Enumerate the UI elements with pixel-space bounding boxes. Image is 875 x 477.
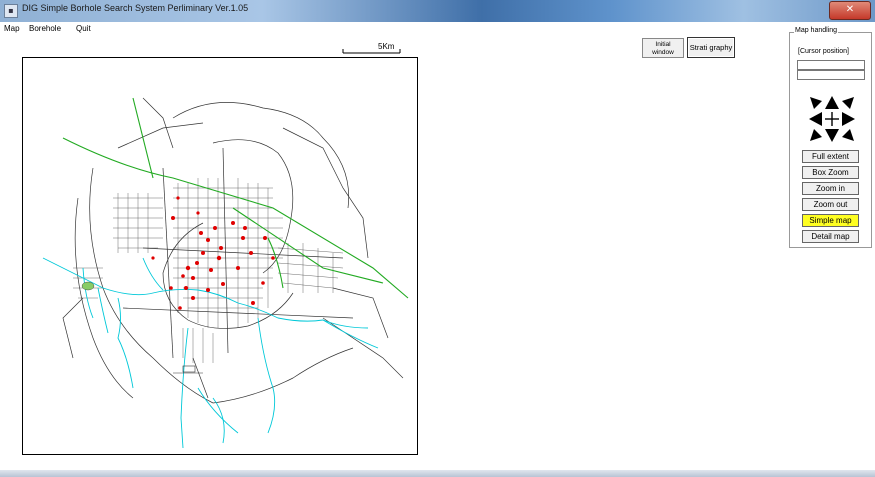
detail-map-button[interactable]: Detail map [802, 230, 859, 243]
close-button[interactable]: ✕ [829, 1, 871, 20]
stratigraphy-button[interactable]: Strati graphy [687, 37, 735, 58]
map-handling-panel: Map handling [Cursor position] Full exte… [789, 27, 872, 248]
close-icon: ✕ [845, 4, 855, 15]
menu-map[interactable]: Map [4, 24, 20, 33]
city-map [42, 97, 409, 449]
pan-south-west-icon[interactable] [810, 129, 822, 141]
initial-window-line1: Initial [655, 41, 671, 48]
pan-south-icon[interactable] [825, 129, 839, 142]
zoom-in-button[interactable]: Zoom in [802, 182, 859, 195]
title-bar: ▪ DIG Simple Borhole Search System Perli… [0, 0, 875, 22]
roads-layer [62, 97, 404, 404]
pan-north-icon[interactable] [825, 96, 839, 109]
menu-quit[interactable]: Quit [76, 24, 91, 33]
pan-north-east-icon[interactable] [842, 97, 854, 109]
initial-window-line2: window [652, 49, 674, 56]
app-icon[interactable]: ▪ [4, 4, 18, 18]
menu-borehole[interactable]: Borehole [29, 24, 61, 33]
cursor-y-field [797, 70, 865, 80]
cursor-position-label: [Cursor position] [798, 48, 849, 55]
pan-controls [808, 95, 856, 143]
street-grid-layer [73, 178, 344, 363]
box-zoom-button[interactable]: Box Zoom [802, 166, 859, 179]
menu-bar: Map Borehole Quit [0, 22, 875, 36]
zoom-out-button[interactable]: Zoom out [802, 198, 859, 211]
window-title: DIG Simple Borhole Search System Perlimi… [22, 3, 249, 13]
center-cross-icon[interactable] [825, 112, 839, 126]
map-view[interactable] [22, 57, 418, 455]
cursor-x-field [797, 60, 865, 70]
pan-west-icon[interactable] [809, 112, 822, 126]
panel-title: Map handling [794, 27, 839, 34]
simple-map-button[interactable]: Simple map [802, 214, 859, 227]
pan-north-west-icon[interactable] [810, 97, 822, 109]
taskbar [0, 470, 875, 477]
pan-south-east-icon[interactable] [842, 129, 854, 141]
initial-window-button[interactable]: Initial window [642, 38, 684, 58]
full-extent-button[interactable]: Full extent [802, 150, 859, 163]
pan-east-icon[interactable] [842, 112, 855, 126]
scale-label: 5Km [378, 42, 395, 51]
